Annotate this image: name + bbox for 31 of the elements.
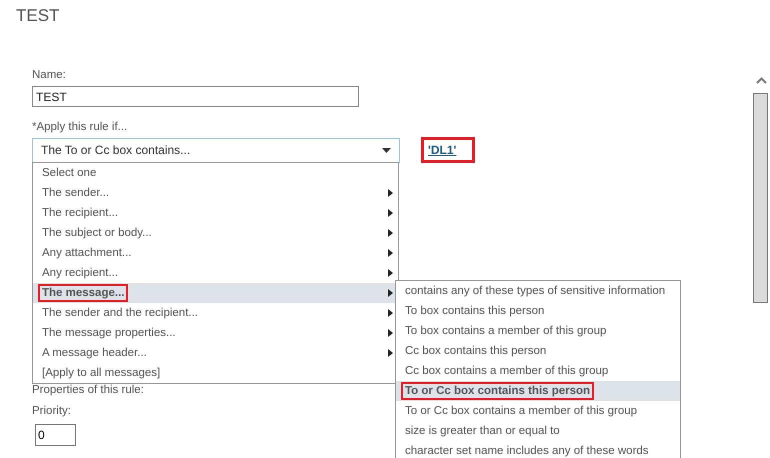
scroll-up-icon[interactable] — [756, 77, 767, 84]
menu-item[interactable]: Cc box contains a member of this group — [396, 361, 680, 381]
menu-item[interactable]: The subject or body... — [33, 223, 398, 243]
recipient-link[interactable]: 'DL1' — [421, 137, 476, 163]
menu-item[interactable]: Any attachment... — [33, 243, 398, 263]
scrollbar-thumb[interactable] — [753, 93, 768, 303]
page-title: TEST — [16, 6, 60, 26]
menu-item[interactable]: size is greater than or equal to — [396, 421, 680, 441]
priority-field[interactable]: 0 — [35, 424, 76, 446]
menu-item[interactable]: The sender... — [33, 183, 398, 203]
menu-item[interactable]: Any recipient... — [33, 263, 398, 283]
menu-item[interactable]: contains any of these types of sensitive information — [396, 281, 680, 301]
menu-item[interactable]: To or Cc box contains this person — [396, 381, 680, 401]
menu-item[interactable]: Cc box contains this person — [396, 341, 680, 361]
menu-item[interactable]: [Apply to all messages] — [33, 363, 398, 383]
menu-item[interactable]: To box contains a member of this group — [396, 321, 680, 341]
name-field[interactable]: TEST — [32, 86, 359, 107]
menu-item[interactable]: character set name includes any of these words — [396, 441, 680, 458]
menu-item[interactable]: A message header... — [33, 343, 398, 363]
field-label: Priority: — [32, 404, 71, 418]
section-label: Properties of this rule: — [32, 383, 144, 397]
caret-icon — [382, 148, 391, 152]
field-label: Name: — [32, 68, 66, 82]
menu-item[interactable]: The message properties... — [33, 323, 398, 343]
menu-item[interactable]: The recipient... — [33, 203, 398, 223]
field-label: *Apply this rule if... — [32, 120, 128, 134]
menu-item[interactable]: The message... — [33, 283, 398, 303]
menu-item[interactable]: To or Cc box contains a member of this group — [396, 401, 680, 421]
menu-item[interactable]: Select one — [33, 163, 398, 183]
menu-item[interactable]: The sender and the recipient... — [33, 303, 398, 323]
menu-item[interactable]: To box contains this person — [396, 301, 680, 321]
